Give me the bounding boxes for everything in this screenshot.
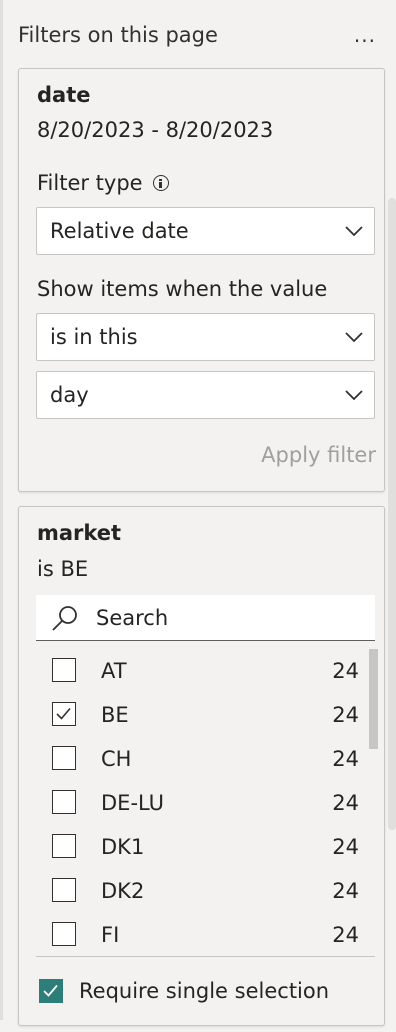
chevron-down-icon [345, 390, 363, 401]
filter-type-label: Filter type [37, 171, 143, 195]
filter-card-title: market [37, 521, 122, 545]
item-label: BE [101, 703, 129, 727]
filter-summary: 8/20/2023 - 8/20/2023 [37, 118, 274, 142]
filter-type-dropdown[interactable]: Relative date [36, 207, 375, 255]
item-count: 24 [332, 835, 359, 859]
search-input[interactable]: Search [36, 595, 375, 641]
require-single-selection-checkbox[interactable] [39, 979, 63, 1003]
filter-type-value: Relative date [50, 219, 189, 243]
checkbox[interactable] [52, 658, 76, 682]
info-icon[interactable] [153, 175, 169, 191]
item-count: 24 [332, 923, 359, 947]
pane-left-border [0, 0, 3, 1020]
condition-value: is in this [50, 325, 138, 349]
search-icon [52, 606, 77, 631]
checkbox[interactable] [52, 790, 76, 814]
list-item[interactable]: DE-LU 24 [19, 781, 359, 825]
market-filter-card[interactable]: market is BE Search AT 24 BE 24 CH 24 DE… [18, 506, 385, 1026]
chevron-down-icon [345, 332, 363, 343]
item-count: 24 [332, 791, 359, 815]
item-label: AT [101, 659, 127, 683]
require-single-selection-label[interactable]: Require single selection [79, 973, 329, 1009]
market-values-list: AT 24 BE 24 CH 24 DE-LU 24 DK1 24 DK2 24… [19, 649, 386, 949]
apply-filter-button[interactable]: Apply filter [261, 443, 376, 467]
list-item[interactable]: FI 24 [19, 913, 359, 949]
show-items-label: Show items when the value [37, 277, 328, 301]
item-label: DK2 [101, 879, 145, 903]
filter-card-title: date [37, 83, 91, 107]
item-label: DE-LU [101, 791, 165, 815]
chevron-down-icon [345, 226, 363, 237]
list-item[interactable]: CH 24 [19, 737, 359, 781]
condition-dropdown[interactable]: is in this [36, 313, 375, 361]
pane-scrollbar[interactable] [388, 198, 396, 830]
period-dropdown[interactable]: day [36, 371, 375, 419]
list-item[interactable]: BE 24 [19, 693, 359, 737]
date-filter-card[interactable]: date 8/20/2023 - 8/20/2023 Filter type R… [18, 68, 385, 492]
search-placeholder: Search [96, 606, 169, 630]
checkbox-checked[interactable] [52, 702, 76, 726]
item-count: 24 [332, 703, 359, 727]
checkbox[interactable] [52, 922, 76, 946]
filter-pane-title: Filters on this page [18, 23, 218, 47]
list-item[interactable]: AT 24 [19, 649, 359, 693]
filter-pane-header: Filters on this page ... [18, 18, 376, 54]
checkbox[interactable] [52, 746, 76, 770]
list-item[interactable]: DK1 24 [19, 825, 359, 869]
list-item[interactable]: DK2 24 [19, 869, 359, 913]
period-value: day [50, 383, 89, 407]
list-scrollbar[interactable] [369, 649, 378, 749]
checkbox[interactable] [52, 878, 76, 902]
item-count: 24 [332, 879, 359, 903]
checkmark-icon [43, 984, 58, 997]
checkbox[interactable] [52, 834, 76, 858]
item-label: DK1 [101, 835, 145, 859]
checkmark-icon [56, 707, 71, 720]
item-label: FI [101, 923, 120, 947]
divider [36, 956, 375, 957]
filter-summary: is BE [37, 557, 89, 581]
more-options-icon[interactable]: ... [354, 18, 376, 52]
item-count: 24 [332, 659, 359, 683]
item-label: CH [101, 747, 132, 771]
item-count: 24 [332, 747, 359, 771]
